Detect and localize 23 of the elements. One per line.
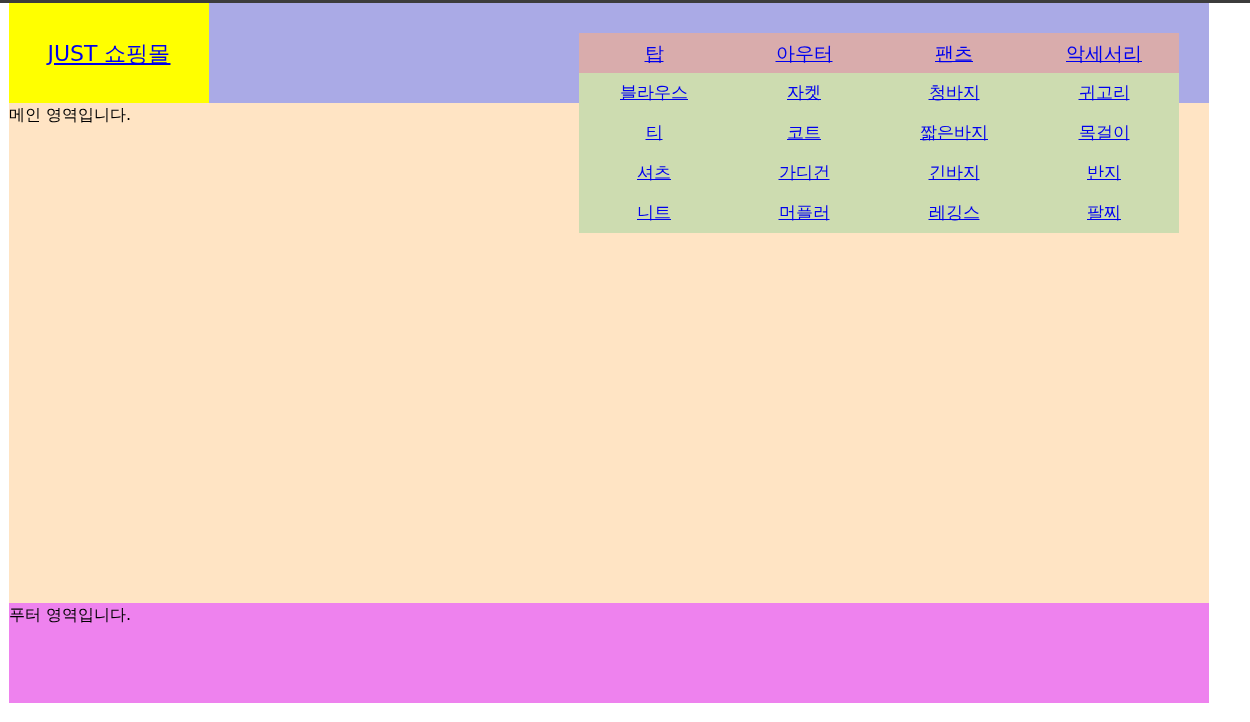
submenu-link[interactable]: 가디건 (778, 160, 830, 186)
submenu-link[interactable]: 청바지 (928, 80, 980, 106)
submenu-link[interactable]: 레깅스 (928, 200, 980, 226)
submenu-link[interactable]: 긴바지 (928, 160, 980, 186)
submenu-link[interactable]: 티 (645, 120, 663, 146)
submenu-link[interactable]: 팔찌 (1087, 200, 1121, 226)
menu-link[interactable]: 탑 (644, 38, 664, 68)
footer-text: 푸터 영역입니다. (9, 605, 132, 624)
submenu-link[interactable]: 코트 (787, 120, 821, 146)
submenu-link[interactable]: 짧은바지 (920, 120, 988, 146)
menu-link[interactable]: 팬츠 (935, 38, 973, 68)
menu-link[interactable]: 악세서리 (1066, 38, 1142, 68)
menu-link[interactable]: 아우터 (775, 38, 833, 68)
submenu-link[interactable]: 목걸이 (1078, 120, 1130, 146)
submenu-link[interactable]: 자켓 (787, 80, 821, 106)
main-text: 메인 영역입니다. (9, 105, 132, 124)
logo-link[interactable]: JUST 쇼핑몰 (47, 36, 171, 70)
submenu-link[interactable]: 반지 (1087, 160, 1121, 186)
submenu-link[interactable]: 블라우스 (620, 80, 688, 106)
submenu-link[interactable]: 귀고리 (1078, 80, 1130, 106)
submenu-link[interactable]: 셔츠 (637, 160, 671, 186)
submenu-link[interactable]: 니트 (637, 200, 671, 226)
submenu-link[interactable]: 머플러 (778, 200, 830, 226)
